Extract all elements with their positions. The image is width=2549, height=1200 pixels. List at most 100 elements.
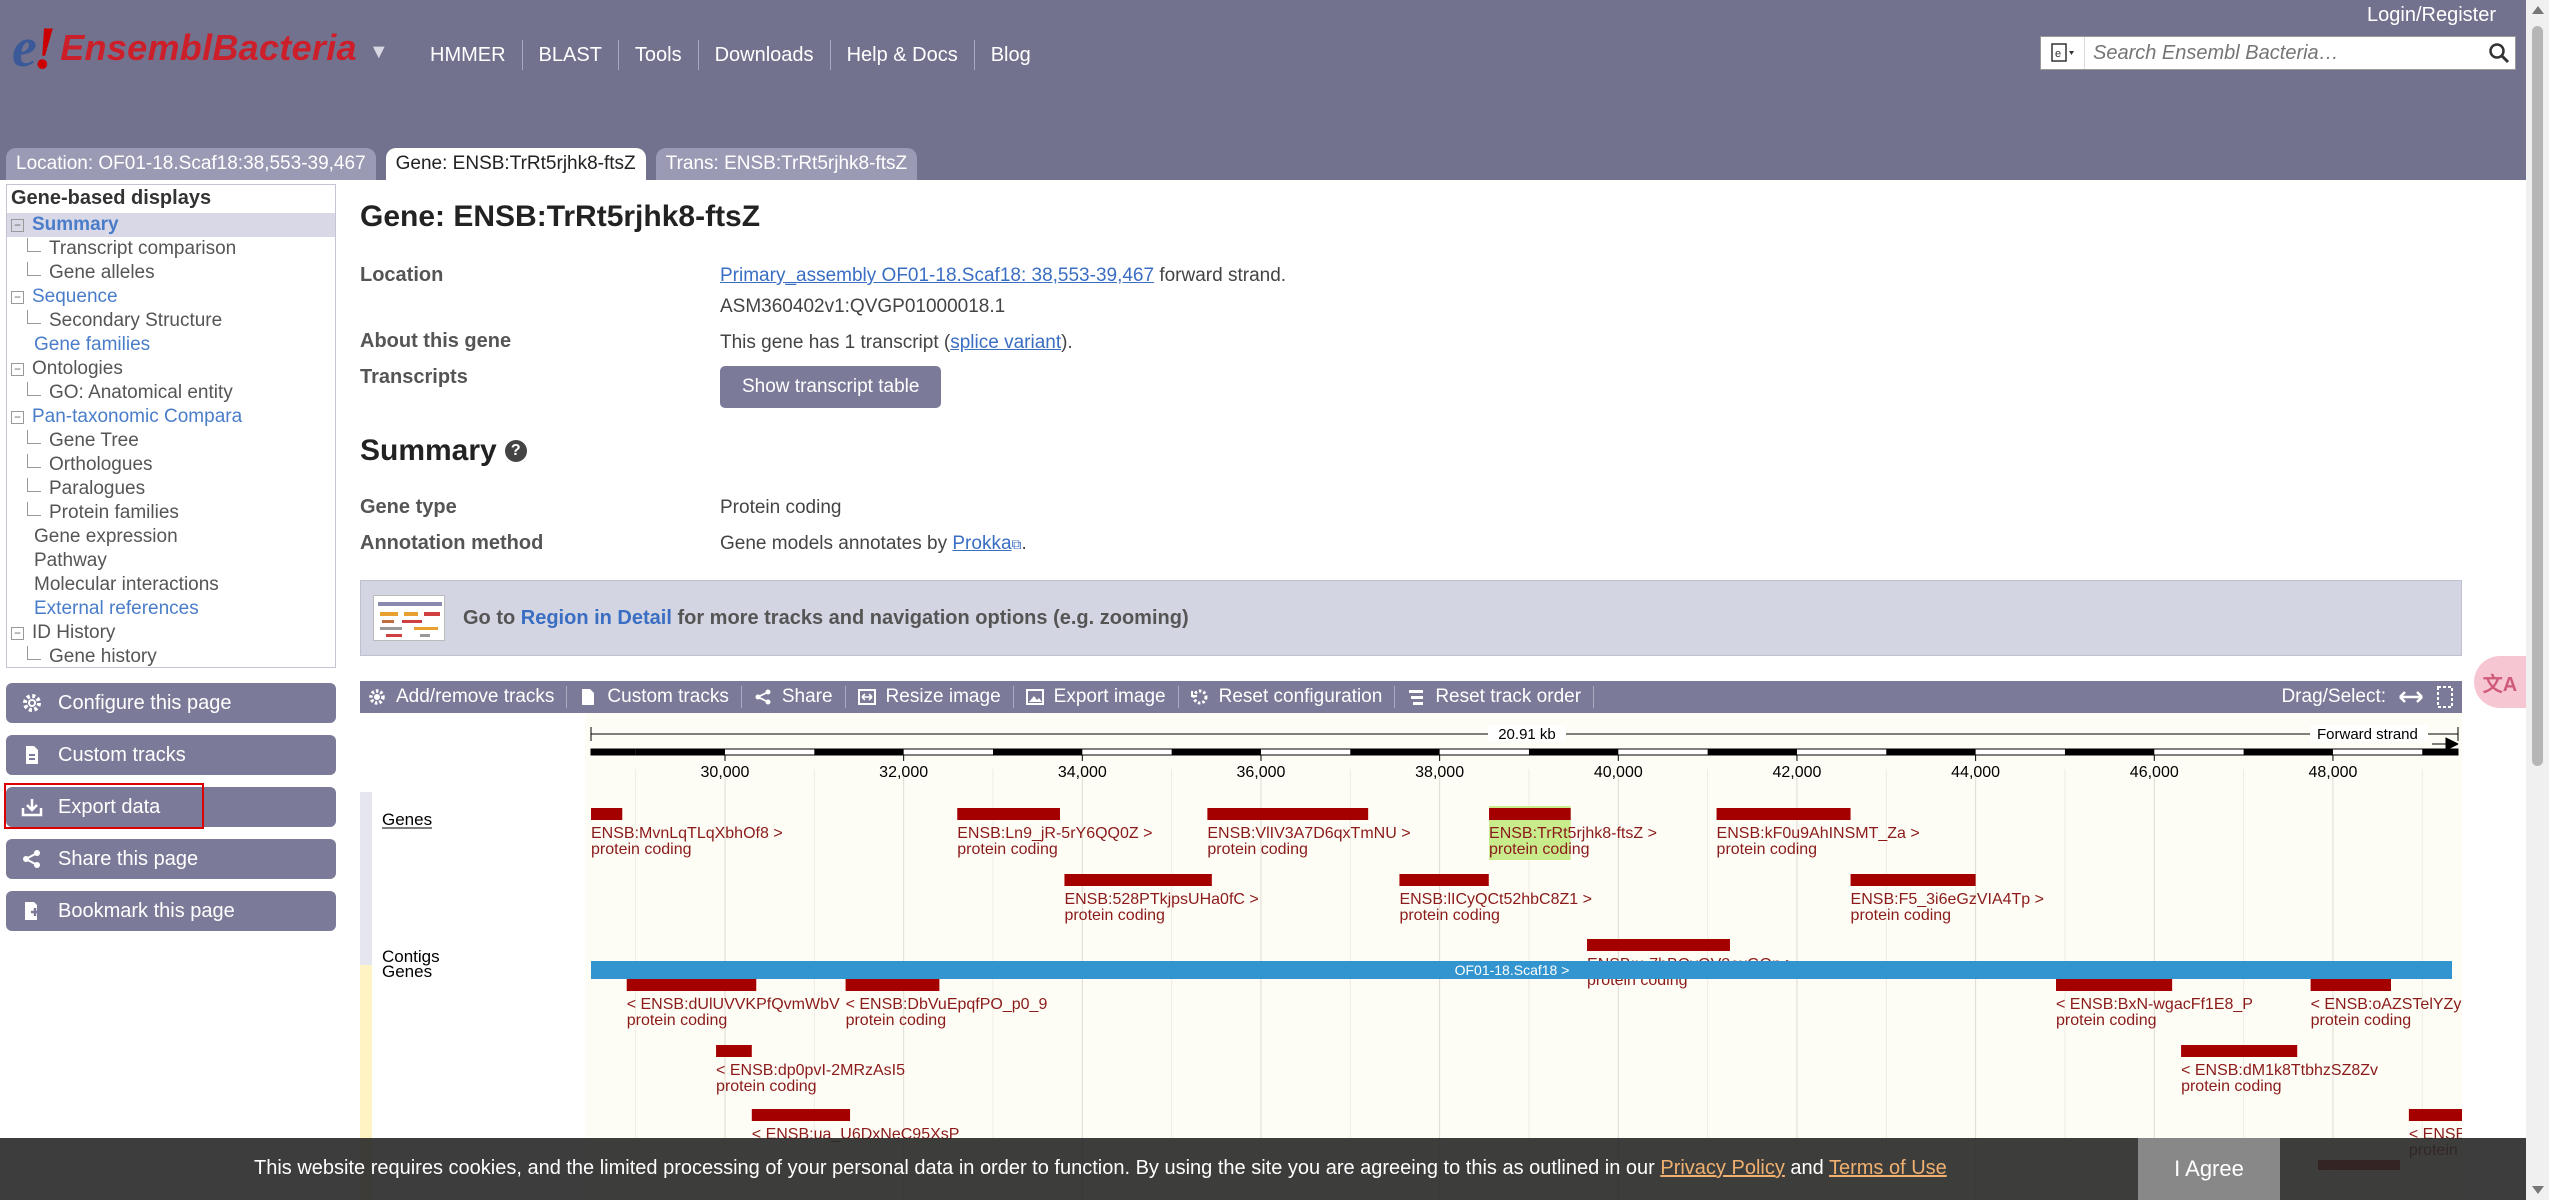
translate-icon[interactable]: 文A [2474, 656, 2526, 708]
sidebar-item[interactable]: − Sequence [7, 285, 335, 309]
sidebar-item[interactable]: Transcript comparison [7, 237, 335, 261]
masthead: e ! EnsemblBacteria ▼ HMMER BLAST Tools … [0, 0, 2526, 180]
gene-feature [1207, 808, 1369, 820]
search-icon[interactable] [2483, 37, 2515, 69]
share-page-button[interactable]: Share this page [6, 839, 336, 879]
nav-tools[interactable]: Tools [617, 40, 698, 70]
sidebar-item[interactable]: Protein families [7, 501, 335, 525]
gene-feature [2056, 979, 2173, 991]
tab-transcript[interactable]: Trans: ENSB:TrRt5rjhk8-ftsZ [655, 148, 918, 180]
sidebar-item[interactable]: Gene families [7, 333, 335, 357]
reset-track-order-button[interactable]: Reset track order [1395, 686, 1595, 708]
collapse-icon[interactable]: − [11, 290, 24, 304]
drag-mode-icon[interactable] [2398, 688, 2424, 706]
sidebar-item[interactable]: Orthologues [7, 453, 335, 477]
sidebar-item[interactable]: Gene expression [7, 525, 335, 549]
scrollbar-thumb[interactable] [2532, 26, 2543, 766]
sidebar-item[interactable]: − Summary [7, 213, 335, 237]
prokka-link[interactable]: Prokka [952, 533, 1011, 554]
scale-label: 20.91 kb [1498, 726, 1556, 743]
ensembl-logo[interactable]: e ! EnsemblBacteria ▼ [12, 18, 389, 78]
nav-blast[interactable]: BLAST [521, 40, 618, 70]
gene-biotype-label: protein coding [627, 1012, 728, 1029]
share-toolbar-button[interactable]: Share [742, 686, 846, 708]
ruler-block [1171, 749, 1261, 755]
nav-hmmer[interactable]: HMMER [414, 40, 522, 70]
configure-page-button[interactable]: Configure this page [6, 683, 336, 723]
export-image-label: Export image [1053, 686, 1166, 707]
resize-image-button[interactable]: Resize image [846, 686, 1014, 708]
ruler-tick-label: 30,000 [701, 764, 750, 781]
sidebar-item[interactable]: Gene history [7, 645, 335, 669]
custom-tracks-toolbar-button[interactable]: Custom tracks [567, 686, 742, 708]
drag-select-label: Drag/Select: [2281, 686, 2386, 707]
splice-variant-link[interactable]: splice variant [950, 332, 1061, 353]
summary-heading: Summary ? [360, 434, 527, 468]
collapse-icon[interactable]: − [11, 410, 24, 424]
add-remove-tracks-button[interactable]: Add/remove tracks [360, 686, 568, 708]
custom-tracks-button[interactable]: Custom tracks [6, 735, 336, 775]
gene-feature [751, 1109, 851, 1121]
sidebar-item[interactable]: Pathway [7, 549, 335, 573]
gene-label: < ENSB:dp0pvI-2MRzAsI5 [716, 1062, 905, 1079]
sidebar-item[interactable]: − Ontologies [7, 357, 335, 381]
ruler-block [2064, 749, 2155, 755]
assembly-value: ASM360402v1:QVGP01000018.1 [720, 296, 1006, 317]
search-species-icon[interactable]: e [2041, 37, 2085, 69]
sidebar-item[interactable]: Paralogues [7, 477, 335, 501]
sidebar-item-label: Paralogues [49, 478, 146, 499]
sidebar-item[interactable]: Secondary Structure [7, 309, 335, 333]
region-thumbnail-icon[interactable] [373, 595, 445, 641]
select-mode-icon[interactable] [2436, 686, 2454, 708]
search-input[interactable] [2085, 41, 2483, 65]
sidebar-item[interactable]: External references [7, 597, 335, 621]
agree-button[interactable]: I Agree [2138, 1138, 2280, 1200]
scroll-up-icon[interactable] [2532, 6, 2544, 14]
privacy-policy-link[interactable]: Privacy Policy [1660, 1157, 1784, 1179]
nav-downloads[interactable]: Downloads [697, 40, 830, 70]
login-register-link[interactable]: Login/Register [2367, 4, 2496, 27]
reset-track-order-label: Reset track order [1435, 686, 1582, 707]
scroll-down-icon[interactable] [2532, 1186, 2544, 1194]
sidebar-item[interactable]: − ID History [7, 621, 335, 645]
terms-of-use-link[interactable]: Terms of Use [1829, 1157, 1947, 1179]
sidebar-item[interactable]: Gene alleles [7, 261, 335, 285]
sidebar-item[interactable]: GO: Anatomical entity [7, 381, 335, 405]
tab-gene[interactable]: Gene: ENSB:TrRt5rjhk8-ftsZ [385, 148, 646, 180]
tree-branch-icon [27, 430, 41, 444]
collapse-icon[interactable]: − [11, 626, 24, 640]
resize-image-label: Resize image [885, 686, 1001, 707]
ruler-block [992, 749, 1083, 755]
location-link[interactable]: Primary_assembly OF01-18.Scaf18: 38,553-… [720, 265, 1154, 286]
export-image-button[interactable]: Export image [1014, 686, 1179, 708]
annotation-method-label: Annotation method [360, 532, 544, 554]
region-in-detail-link[interactable]: Region in Detail [521, 607, 672, 629]
location-value: Primary_assembly OF01-18.Scaf18: 38,553-… [720, 265, 1286, 287]
annotation-suffix: . [1021, 533, 1027, 554]
collapse-icon[interactable]: − [11, 362, 24, 376]
gene-label: < ENSB:dUlUVVKPfQvmWbV [627, 996, 840, 1013]
sidebar-item[interactable]: Gene Tree [7, 429, 335, 453]
page-scrollbar[interactable] [2526, 0, 2549, 1200]
sidebar-item-label: Protein families [49, 502, 179, 523]
custom-tracks-label: Custom tracks [58, 743, 186, 766]
genome-image[interactable]: 20.91 kb Forward strand 30,000 32,000 34,000… [360, 713, 2462, 1200]
transcripts-label: Transcripts [360, 366, 468, 388]
sidebar-item[interactable]: − Pan-taxonomic Compara [7, 405, 335, 429]
help-icon[interactable]: ? [504, 440, 527, 462]
show-transcript-table-button[interactable]: Show transcript table [720, 366, 942, 408]
nav-blog[interactable]: Blog [973, 40, 1047, 70]
reset-configuration-button[interactable]: Reset configuration [1179, 686, 1396, 708]
gene-feature [845, 979, 940, 991]
tree-branch-icon [27, 382, 41, 396]
sidebar-item[interactable]: Molecular interactions [7, 573, 335, 597]
cookie-text: This website requires cookies, and the l… [254, 1157, 1661, 1179]
location-strand: forward strand. [1154, 265, 1287, 286]
bookmark-page-button[interactable]: Bookmark this page [6, 891, 336, 931]
species-dropdown-icon[interactable]: ▼ [369, 41, 389, 64]
collapse-icon[interactable]: − [11, 218, 24, 232]
cookie-and: and [1784, 1157, 1829, 1179]
tab-location[interactable]: Location: OF01-18.Scaf18:38,553-39,467 [6, 148, 376, 180]
nav-help-docs[interactable]: Help & Docs [829, 40, 974, 70]
gene-biotype-label: protein coding [1064, 907, 1165, 924]
